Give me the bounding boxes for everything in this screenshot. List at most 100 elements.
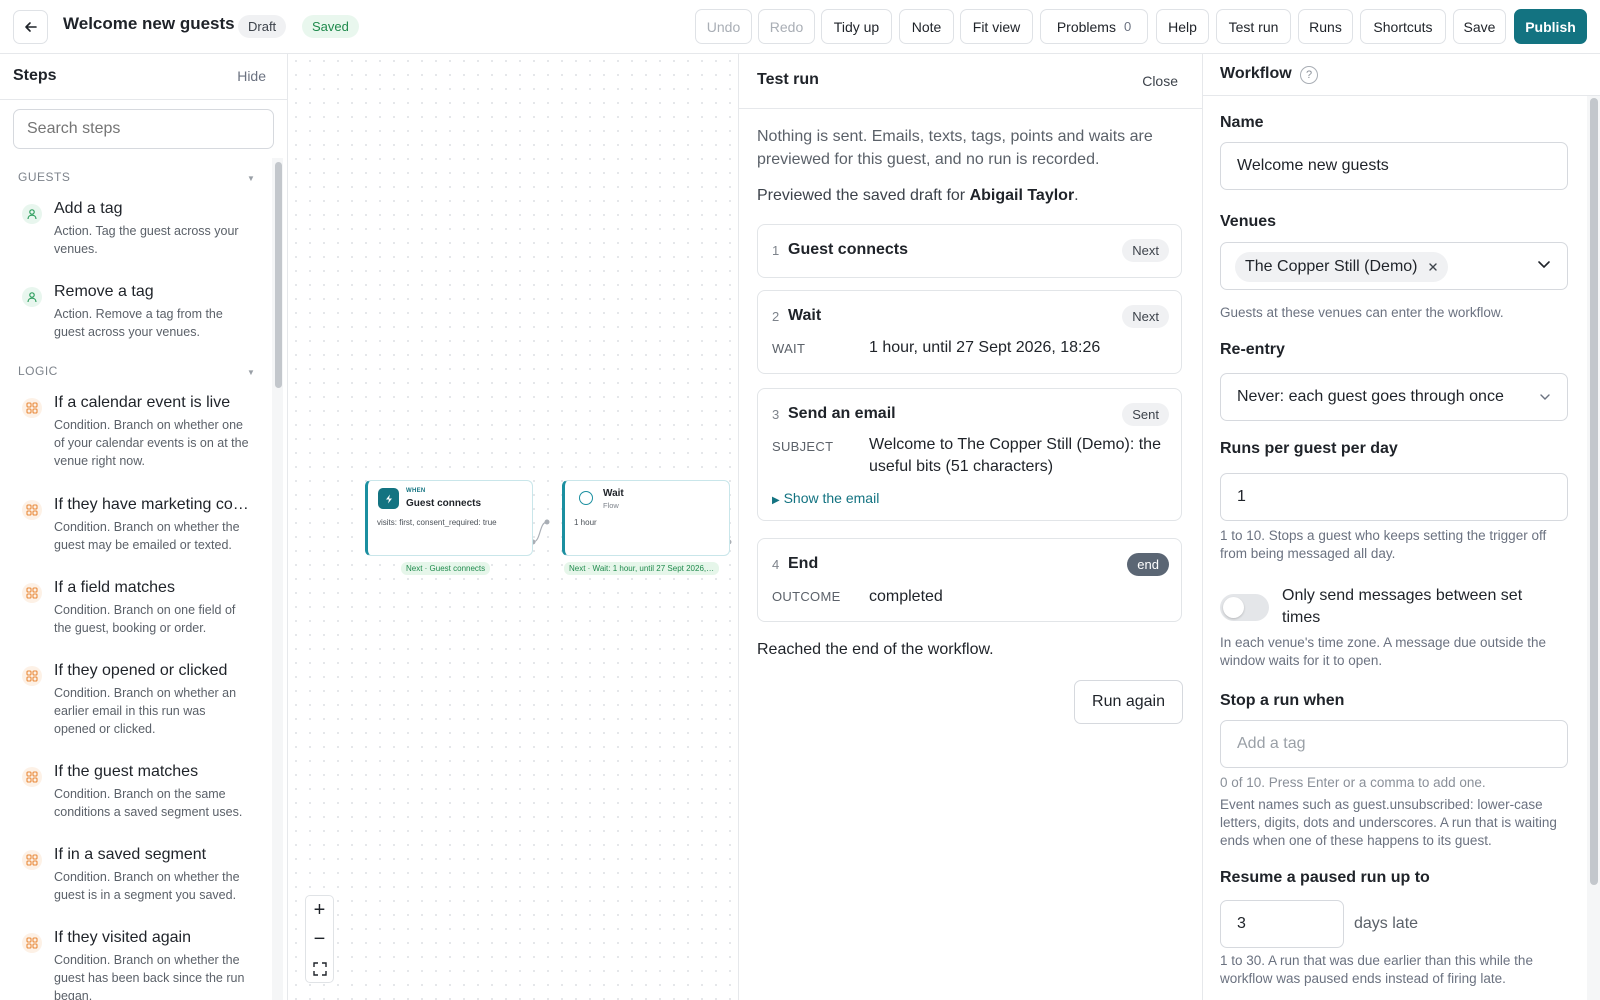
save-button[interactable]: Save xyxy=(1453,9,1506,44)
run-again-button[interactable]: Run again xyxy=(1074,680,1183,724)
person-icon xyxy=(22,287,42,307)
test-run-intro: Nothing is sent. Emails, texts, tags, po… xyxy=(757,128,1153,168)
zoom-out-button[interactable]: − xyxy=(306,925,333,954)
name-field[interactable]: Welcome new guests xyxy=(1220,142,1568,190)
toggle-knob xyxy=(1223,597,1244,618)
status-badge: Next xyxy=(1122,305,1169,328)
step-remove-tag[interactable]: Remove a tag Action. Remove a tag from t… xyxy=(0,283,268,353)
workflow-scrollbar-thumb[interactable] xyxy=(1590,98,1598,885)
step-number: 1 xyxy=(772,243,780,258)
node-body: 1 hour xyxy=(574,518,597,527)
undo-button[interactable]: Undo xyxy=(695,9,752,44)
problems-button[interactable]: Problems 0 xyxy=(1040,9,1148,44)
step-name: If a field matches xyxy=(54,579,175,596)
step-description: Condition. Branch on whether one of your… xyxy=(54,418,249,468)
run-step-card: 4 End end OUTCOME completed xyxy=(757,538,1182,622)
show-email-toggle[interactable]: ▶ Show the email xyxy=(772,490,879,506)
chevron-down-icon[interactable] xyxy=(1537,260,1551,270)
person-icon xyxy=(22,204,42,224)
workflow-title: Welcome new guests xyxy=(63,14,235,33)
steps-title: Steps xyxy=(13,67,57,84)
reentry-label: Re-entry xyxy=(1220,341,1285,358)
zoom-in-button[interactable]: + xyxy=(306,896,333,925)
remove-venue-icon[interactable] xyxy=(1428,262,1438,272)
resume-days-input[interactable]: 3 xyxy=(1220,900,1344,948)
step-description: Condition. Branch on whether the guest h… xyxy=(54,953,245,1000)
name-label: Name xyxy=(1220,114,1264,131)
step-if-calendar-event[interactable]: If a calendar event is live Condition. B… xyxy=(0,394,268,474)
reentry-select[interactable]: Never: each guest goes through once xyxy=(1220,373,1568,421)
venue-chip-label: The Copper Still (Demo) xyxy=(1245,258,1418,275)
fit-view-button[interactable]: Fit view xyxy=(960,9,1033,44)
step-if-visited-again[interactable]: If they visited again Condition. Branch … xyxy=(0,929,268,1000)
steps-panel: Steps Hide GUESTS ▼ Add a tag Action. Ta… xyxy=(0,54,288,1000)
steps-scrollbar-thumb[interactable] xyxy=(275,162,282,388)
stop-run-tag-input[interactable]: Add a tag xyxy=(1220,720,1568,768)
redo-button[interactable]: Redo xyxy=(758,9,815,44)
step-if-in-saved-segment[interactable]: If in a saved segment Condition. Branch … xyxy=(0,846,268,916)
node-title: Wait xyxy=(603,488,624,499)
node-body: visits: first, consent_required: true xyxy=(377,518,497,527)
venues-help: Guests at these venues can enter the wor… xyxy=(1220,305,1504,320)
step-if-field-matches[interactable]: If a field matches Condition. Branch on … xyxy=(0,579,268,649)
publish-button[interactable]: Publish xyxy=(1514,9,1587,44)
workflow-settings-panel: Workflow ? Name Welcome new guests Venue… xyxy=(1202,54,1600,1000)
back-button[interactable] xyxy=(13,10,48,44)
field-value: completed xyxy=(869,588,943,605)
node-next-tag: Next · Guest connects xyxy=(401,562,491,575)
search-steps-input[interactable] xyxy=(13,109,274,149)
runs-button[interactable]: Runs xyxy=(1298,9,1353,44)
collapse-guests-icon[interactable]: ▼ xyxy=(247,174,255,183)
grid-icon xyxy=(22,500,42,520)
step-title: End xyxy=(788,555,819,572)
send-window-label: Only send messages between set times xyxy=(1282,587,1523,626)
collapse-logic-icon[interactable]: ▼ xyxy=(247,368,255,377)
venues-label: Venues xyxy=(1220,213,1277,230)
run-step-card: 1 Guest connects Next xyxy=(757,224,1182,278)
workflow-canvas[interactable]: WHEN Guest connects visits: first, conse… xyxy=(289,54,738,1000)
send-window-toggle[interactable] xyxy=(1220,594,1269,621)
show-email-label: Show the email xyxy=(783,490,880,506)
grid-icon xyxy=(22,398,42,418)
node-guest-connects[interactable]: WHEN Guest connects visits: first, conse… xyxy=(365,480,533,556)
runs-per-day-help: 1 to 10. Stops a guest who keeps setting… xyxy=(1220,528,1547,561)
test-run-button[interactable]: Test run xyxy=(1216,9,1291,44)
shortcuts-button[interactable]: Shortcuts xyxy=(1360,9,1446,44)
arrow-left-icon xyxy=(24,22,37,32)
step-name: If a calendar event is live xyxy=(54,394,231,411)
grid-icon xyxy=(22,767,42,787)
step-add-tag[interactable]: Add a tag Action. Tag the guest across y… xyxy=(0,200,268,270)
resume-label: Resume a paused run up to xyxy=(1220,869,1430,886)
field-key: WAIT xyxy=(772,341,806,356)
step-if-marketing-consent[interactable]: If they have marketing co… Condition. Br… xyxy=(0,496,268,566)
stop-run-label: Stop a run when xyxy=(1220,692,1345,709)
step-name: Remove a tag xyxy=(54,283,154,300)
clock-icon xyxy=(579,491,593,505)
step-if-guest-matches[interactable]: If the guest matches Condition. Branch o… xyxy=(0,763,268,833)
venues-select[interactable]: The Copper Still (Demo) xyxy=(1220,242,1568,290)
fit-view-icon[interactable] xyxy=(306,954,333,983)
draft-badge: Draft xyxy=(238,15,287,38)
steps-header: Steps Hide xyxy=(0,54,287,100)
status-badge: Next xyxy=(1122,239,1169,262)
grid-icon xyxy=(22,933,42,953)
node-wait[interactable]: Wait Flow 1 hour xyxy=(562,480,730,556)
run-step-card: 2 Wait Next WAIT 1 hour, until 27 Sept 2… xyxy=(757,290,1182,374)
node-subtitle: Flow xyxy=(603,501,619,510)
hide-steps-button[interactable]: Hide xyxy=(237,68,266,84)
test-run-header: Test run Close xyxy=(739,54,1202,109)
top-bar: Welcome new guests Draft Saved Undo Redo… xyxy=(0,0,1600,54)
step-name: If they opened or clicked xyxy=(54,662,228,679)
close-test-run-button[interactable]: Close xyxy=(1142,73,1178,89)
resume-help: 1 to 30. A run that was due earlier than… xyxy=(1220,953,1533,986)
help-button[interactable]: Help xyxy=(1156,9,1209,44)
runs-per-day-input[interactable]: 1 xyxy=(1220,473,1568,521)
note-button[interactable]: Note xyxy=(899,9,954,44)
step-name: If the guest matches xyxy=(54,763,199,780)
step-number: 3 xyxy=(772,407,780,422)
help-icon[interactable]: ? xyxy=(1300,66,1318,84)
section-label-guests: GUESTS xyxy=(18,170,71,184)
tidy-up-button[interactable]: Tidy up xyxy=(821,9,892,44)
grid-icon xyxy=(22,583,42,603)
step-if-opened-or-clicked[interactable]: If they opened or clicked Condition. Bra… xyxy=(0,662,268,742)
